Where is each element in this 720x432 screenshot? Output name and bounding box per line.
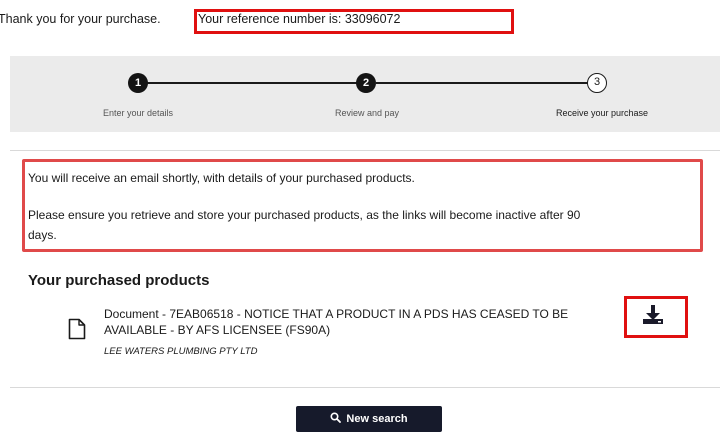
new-search-button[interactable]: New search	[296, 406, 442, 432]
product-title-line1: Document - 7EAB06518 - NOTICE THAT A PRO…	[104, 307, 569, 321]
product-title[interactable]: Document - 7EAB06518 - NOTICE THAT A PRO…	[104, 306, 614, 338]
reference-number: Your reference number is: 33096072	[198, 12, 401, 26]
step-2-circle: 2	[356, 73, 376, 93]
step-1-circle: 1	[128, 73, 148, 93]
step-3-label: Receive your purchase	[555, 108, 649, 118]
notice-email-text: You will receive an email shortly, with …	[28, 171, 415, 185]
thankyou-text: Thank you for your purchase.	[0, 12, 161, 26]
divider	[10, 387, 720, 388]
product-company: LEE WATERS PLUMBING PTY LTD	[104, 346, 258, 357]
purchased-products-heading: Your purchased products	[28, 272, 210, 289]
step-3-circle: 3	[587, 73, 607, 93]
document-icon	[68, 318, 86, 345]
step-connector	[138, 82, 364, 84]
new-search-label: New search	[346, 413, 408, 425]
download-icon[interactable]	[641, 304, 665, 331]
divider	[10, 150, 720, 151]
notice-retrieve-text: Please ensure you retrieve and store you…	[28, 208, 581, 222]
search-icon	[330, 412, 342, 426]
product-title-line2: AVAILABLE - BY AFS LICENSEE (FS90A)	[104, 323, 331, 337]
notice-retrieve-text-cont: days.	[28, 228, 57, 242]
checkout-stepper: 1 2 3 Enter your details Review and pay …	[10, 56, 720, 132]
step-1-label: Enter your details	[102, 108, 174, 118]
step-connector	[376, 82, 598, 84]
step-2-label: Review and pay	[334, 108, 400, 118]
